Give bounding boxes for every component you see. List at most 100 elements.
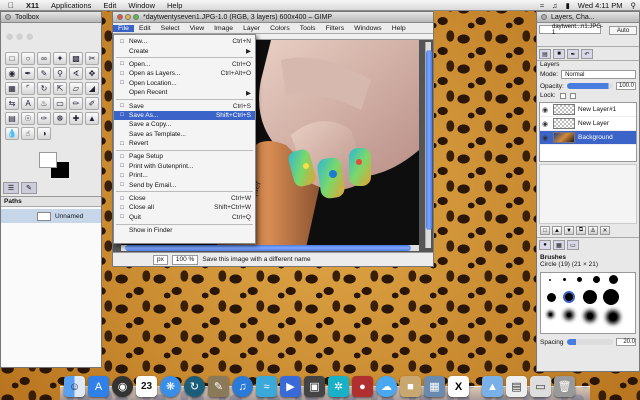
color-select-tool-icon[interactable]: ▩ <box>69 52 83 65</box>
tool-options-tab-icon[interactable]: ☰ <box>3 182 19 194</box>
menu-edit[interactable]: Edit <box>134 25 156 32</box>
vertical-scroll-thumb[interactable] <box>426 50 432 230</box>
brush-grid[interactable] <box>540 272 636 334</box>
new-layer-icon[interactable]: □ <box>540 226 550 235</box>
clone-tool-icon[interactable]: ☸ <box>53 112 67 125</box>
file-menu-item[interactable]: □ Quit Ctrl+Q <box>114 213 255 222</box>
horizontal-scroll-thumb[interactable] <box>125 245 411 251</box>
wave-app-icon[interactable]: ≈ <box>256 376 277 397</box>
auto-button[interactable]: Auto <box>609 26 637 35</box>
toolbox-titlebar[interactable]: Toolbox <box>1 12 101 23</box>
brush-swatch[interactable] <box>603 289 619 305</box>
blend-tool-icon[interactable]: ▭ <box>53 97 67 110</box>
brush-swatch[interactable] <box>563 278 566 281</box>
file-menu-item[interactable]: □ Page Setup <box>114 152 255 161</box>
scale-tool-icon[interactable]: ⇱ <box>53 82 67 95</box>
finder-icon[interactable]: ☺ <box>64 376 85 397</box>
blur-tool-icon[interactable]: 💧 <box>5 127 19 140</box>
mode-dropdown[interactable]: Normal <box>561 70 636 79</box>
cloud-app-icon[interactable]: ☁ <box>376 376 397 397</box>
perspective-clone-tool-icon[interactable]: ▲ <box>85 112 99 125</box>
brush-swatch[interactable] <box>567 313 571 317</box>
visibility-eye-icon[interactable]: ◉ <box>542 134 550 142</box>
file-menu-item[interactable]: □ Send by Email... <box>114 180 255 189</box>
flip-tool-icon[interactable]: ⇆ <box>5 97 19 110</box>
paintbrush-tool-icon[interactable]: ✐ <box>85 97 99 110</box>
ellipse-select-tool-icon[interactable]: ○ <box>21 52 35 65</box>
time-machine-icon[interactable]: ↻ <box>184 376 205 397</box>
menu-windows[interactable]: Windows <box>349 25 387 32</box>
bucket-fill-tool-icon[interactable]: ♨ <box>37 97 51 110</box>
menu-applications[interactable]: Applications <box>45 1 97 10</box>
file-menu-item[interactable]: □ Save As... Shift+Ctrl+S <box>114 110 255 121</box>
close-dot[interactable] <box>541 14 547 20</box>
spotlight-icon[interactable]: ⚲ <box>627 1 640 10</box>
applications-folder-icon[interactable]: ▲ <box>482 376 503 397</box>
path-row[interactable]: Unnamed <box>1 209 101 223</box>
visibility-eye-icon[interactable]: ◉ <box>542 106 550 114</box>
zoom-selector[interactable]: 100 % <box>171 254 199 265</box>
anchor-layer-icon[interactable]: ⚓ <box>588 226 598 235</box>
brush-swatch[interactable] <box>583 290 597 304</box>
horizontal-scrollbar[interactable] <box>121 245 419 251</box>
photo-booth-icon[interactable]: ● <box>352 376 373 397</box>
file-menu-item[interactable]: □ Open Location... <box>114 79 255 88</box>
battery-icon[interactable]: ▮ <box>562 1 574 10</box>
pencil-tool-icon[interactable]: ✏ <box>69 97 83 110</box>
brushes-tab-icon[interactable]: ● <box>539 240 551 250</box>
lock-alpha-checkbox[interactable] <box>569 92 576 99</box>
image-selector[interactable]: daytwent...n1.JPG-1 <box>539 24 603 36</box>
wifi-icon[interactable]: ≈ <box>536 1 548 10</box>
gradients-tab-icon[interactable]: ▭ <box>567 240 579 250</box>
gimp-dock-icon[interactable]: ✎ <box>208 376 229 397</box>
minimize-window-icon[interactable] <box>125 14 131 20</box>
apple-icon[interactable]:  <box>0 1 20 10</box>
zoom-window-icon[interactable] <box>133 14 139 20</box>
file-menu-item[interactable]: Create ▶ <box>114 46 255 56</box>
x11-icon[interactable]: X <box>448 376 469 397</box>
visibility-eye-icon[interactable]: ◉ <box>542 120 550 128</box>
layers-tab-icon[interactable]: ▤ <box>539 49 551 59</box>
menu-help[interactable]: Help <box>387 25 411 32</box>
image-app-icon[interactable]: ▦ <box>424 376 445 397</box>
ink-tool-icon[interactable]: ✑ <box>37 112 51 125</box>
text-tool-icon[interactable]: A <box>21 97 35 110</box>
crop-tool-icon[interactable]: ⌜ <box>21 82 35 95</box>
brush-swatch[interactable] <box>563 291 575 303</box>
eraser-tool-icon[interactable]: ▤ <box>5 112 19 125</box>
brush-swatch[interactable] <box>609 313 617 321</box>
move-tool-icon[interactable]: ✥ <box>85 67 99 80</box>
menu-help[interactable]: Help <box>161 1 188 10</box>
file-menu-item[interactable]: □ New... Ctrl+N <box>114 37 255 46</box>
airbrush-tool-icon[interactable]: ☉ <box>21 112 35 125</box>
fuzzy-select-tool-icon[interactable]: ✦ <box>53 52 67 65</box>
undo-tab-icon[interactable]: ↶ <box>581 49 593 59</box>
color-picker-tool-icon[interactable]: ✎ <box>37 67 51 80</box>
brush-swatch[interactable] <box>593 276 600 283</box>
free-select-tool-icon[interactable]: ∞ <box>37 52 51 65</box>
menu-file[interactable]: File <box>113 24 134 32</box>
color-swatches[interactable] <box>39 152 69 178</box>
rotate-tool-icon[interactable]: ↻ <box>37 82 51 95</box>
smudge-tool-icon[interactable]: ☝ <box>21 127 35 140</box>
align-tool-icon[interactable]: ▦ <box>5 82 19 95</box>
menu-layer[interactable]: Layer <box>238 25 265 32</box>
downloads-stack-icon[interactable]: ▭ <box>530 376 551 397</box>
spacing-value[interactable]: 20.0 <box>616 338 636 346</box>
lock-pixels-checkbox[interactable] <box>559 92 566 99</box>
file-menu-item[interactable]: Open Recent ▶ <box>114 88 255 97</box>
paths-tool-icon[interactable]: ✒ <box>21 67 35 80</box>
file-menu-item[interactable]: □ Save Ctrl+S <box>114 101 255 110</box>
lower-layer-icon[interactable]: ▼ <box>564 226 574 235</box>
brush-swatch[interactable] <box>609 275 618 284</box>
unit-selector[interactable]: px <box>153 254 168 265</box>
opacity-value[interactable]: 100.0 <box>616 82 636 90</box>
device-status-tab-icon[interactable]: ✎ <box>21 182 37 194</box>
film-app-icon[interactable]: ▣ <box>304 376 325 397</box>
file-menu-item[interactable]: Save as Template... <box>114 130 255 139</box>
dodge-burn-tool-icon[interactable]: ◑ <box>37 127 51 140</box>
menu-window[interactable]: Window <box>122 1 161 10</box>
foreground-color-swatch[interactable] <box>39 152 57 168</box>
safari-icon[interactable]: ❋ <box>160 376 181 397</box>
menu-image[interactable]: Image <box>209 25 238 32</box>
